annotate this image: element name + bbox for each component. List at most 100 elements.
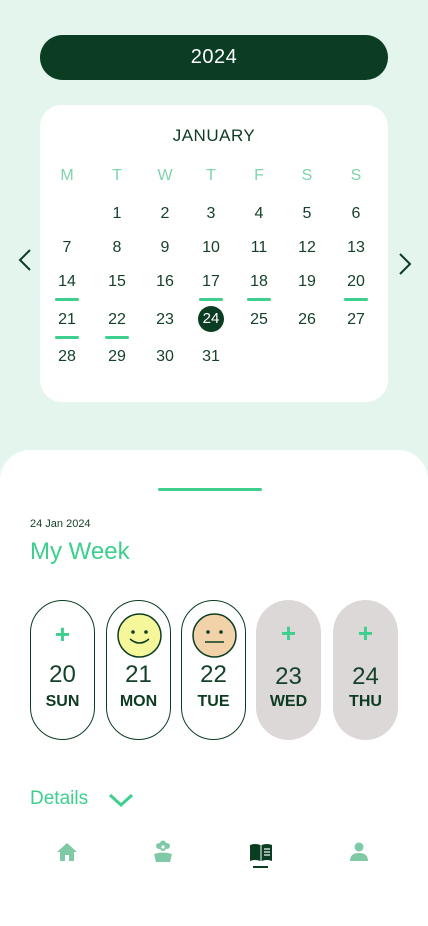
day-pill-tue[interactable]: 22 TUE [181, 600, 246, 740]
details-toggle[interactable]: Details [30, 788, 88, 810]
calendar-day-number: 4 [254, 205, 264, 222]
calendar-day-number: 28 [58, 348, 76, 365]
calendar-day-number: 17 [202, 273, 220, 290]
calendar-day[interactable]: 18 [239, 269, 279, 301]
calendar-day-number: 7 [62, 239, 72, 256]
day-pill-thu[interactable]: + 24 THU [333, 600, 398, 740]
day-pill-sun[interactable]: + 20 SUN [30, 600, 95, 740]
calendar-day[interactable]: 17 [191, 269, 231, 301]
next-month-arrow-icon[interactable] [393, 252, 417, 276]
entry-marker [344, 298, 368, 301]
calendar-day[interactable]: 31 [191, 344, 231, 370]
previous-month-arrow-icon[interactable] [13, 248, 37, 272]
entry-marker [247, 298, 271, 301]
week-title: My Week [30, 538, 130, 565]
calendar-day-number: 26 [298, 311, 316, 328]
year-label: 2024 [190, 46, 238, 68]
day-of-week: MON [119, 693, 158, 710]
sheet-drag-handle[interactable] [158, 488, 262, 491]
flower-icon[interactable] [151, 840, 175, 864]
weekday-header: M [60, 167, 74, 184]
day-number: 22 [200, 661, 227, 688]
calendar-day[interactable]: 4 [239, 201, 279, 227]
calendar-day[interactable]: 11 [239, 235, 279, 261]
weekday-header: T [112, 167, 122, 184]
entry-marker [55, 298, 79, 301]
calendar-day[interactable]: 13 [336, 235, 376, 261]
calendar-day-number: 25 [250, 311, 268, 328]
happy-face-icon [117, 613, 162, 658]
calendar-day[interactable]: 5 [287, 201, 327, 227]
calendar-day-number: 5 [302, 205, 312, 222]
neutral-face-icon [192, 613, 237, 658]
calendar-day-number: 10 [202, 239, 220, 256]
calendar-day[interactable]: 29 [97, 344, 137, 370]
active-tab-indicator [253, 866, 268, 868]
journal-icon[interactable] [249, 840, 273, 864]
calendar-day-number: 9 [160, 239, 170, 256]
calendar-day[interactable]: 2 [145, 201, 185, 227]
calendar-day[interactable]: 25 [239, 307, 279, 333]
calendar-day[interactable]: 23 [145, 307, 185, 333]
calendar-day[interactable]: 3 [191, 201, 231, 227]
week-sheet: 24 Jan 2024 My Week + 20 SUN 21 MON 22 T… [0, 450, 428, 926]
day-of-week: TUE [197, 693, 230, 710]
day-number: 20 [49, 661, 76, 688]
calendar-day[interactable]: 26 [287, 307, 327, 333]
calendar-day[interactable]: 19 [287, 269, 327, 295]
calendar-day-number: 24 [202, 310, 220, 327]
calendar-day[interactable]: 27 [336, 307, 376, 333]
calendar-day[interactable]: 22 [97, 307, 137, 339]
day-number: 24 [352, 663, 379, 690]
calendar-day[interactable]: 12 [287, 235, 327, 261]
weekday-header: W [157, 167, 173, 184]
calendar-day-number: 30 [156, 348, 174, 365]
profile-icon[interactable] [347, 840, 371, 864]
calendar-day-number: 23 [156, 311, 174, 328]
day-pill-mon[interactable]: 21 MON [106, 600, 171, 740]
home-icon[interactable] [55, 840, 79, 864]
calendar-day[interactable]: 1 [97, 201, 137, 227]
calendar-day-number: 16 [156, 273, 174, 290]
calendar-day[interactable]: 28 [47, 344, 87, 370]
weekday-header: S [301, 167, 313, 184]
calendar-day-number: 11 [250, 239, 268, 256]
day-pill-wed[interactable]: + 23 WED [256, 600, 321, 740]
calendar-day-number: 22 [108, 311, 126, 328]
add-entry-icon: + [357, 618, 374, 648]
calendar-day[interactable]: 7 [47, 235, 87, 261]
calendar-day[interactable]: 30 [145, 344, 185, 370]
current-date: 24 Jan 2024 [30, 518, 91, 530]
weekday-header: T [206, 167, 216, 184]
calendar-day[interactable]: 8 [97, 235, 137, 261]
calendar-day-number: 15 [108, 273, 126, 290]
year-selector[interactable]: 2024 [40, 35, 388, 80]
calendar-day-number: 6 [351, 205, 361, 222]
calendar-day[interactable]: 6 [336, 201, 376, 227]
entry-marker [55, 336, 79, 339]
calendar-day-number: 2 [160, 205, 170, 222]
calendar-day[interactable]: 16 [145, 269, 185, 295]
calendar-day[interactable]: 14 [47, 269, 87, 301]
calendar-day[interactable]: 9 [145, 235, 185, 261]
day-of-week: SUN [45, 693, 80, 710]
calendar-day[interactable]: 24 [198, 306, 224, 332]
day-of-week: THU [349, 693, 382, 710]
calendar-day-number: 13 [347, 239, 365, 256]
chevron-down-icon[interactable] [108, 792, 134, 808]
calendar-day-number: 20 [347, 273, 365, 290]
day-number: 23 [275, 663, 302, 690]
calendar-day-number: 29 [108, 348, 126, 365]
day-of-week: WED [269, 693, 308, 710]
calendar-day-number: 12 [298, 239, 316, 256]
entry-marker [199, 298, 223, 301]
calendar-day[interactable]: 10 [191, 235, 231, 261]
calendar-day[interactable]: 15 [97, 269, 137, 295]
calendar-day[interactable]: 21 [47, 307, 87, 339]
calendar-card: JANUARY M T W T F S S 1 2 3 4 5 6 7 8 9 10 11 12 13 14 15 16 17… [40, 105, 388, 402]
calendar-day-number: 14 [58, 273, 76, 290]
weekday-header: F [254, 167, 264, 184]
calendar-day-number: 18 [250, 273, 268, 290]
calendar-day-number: 21 [58, 311, 76, 328]
calendar-day[interactable]: 20 [336, 269, 376, 301]
